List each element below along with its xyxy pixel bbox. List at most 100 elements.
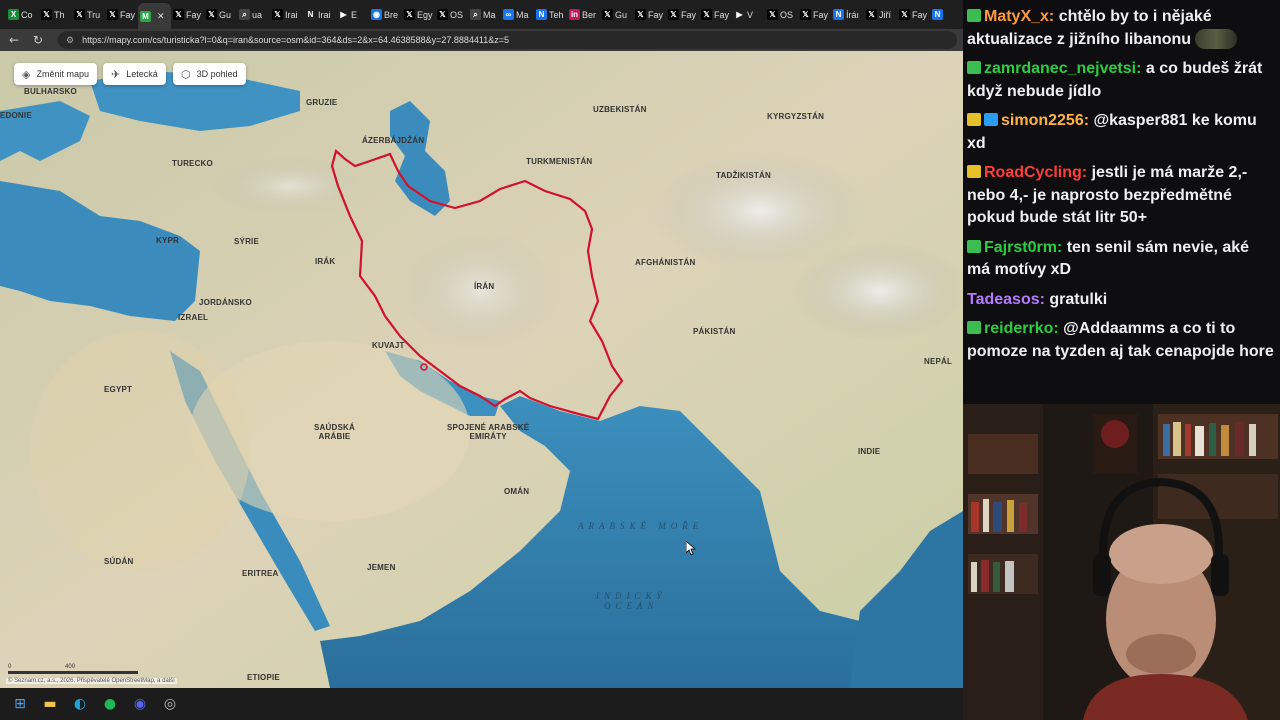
x-icon: 𝕏 bbox=[173, 9, 184, 20]
video-icon: ▶ bbox=[338, 9, 349, 20]
map-canvas[interactable]: ◈ Změnit mapu ✈ Letecká ⬡ 3D pohled BULHARS… bbox=[0, 51, 963, 688]
tab-label: OS bbox=[780, 9, 794, 20]
tab-15[interactable]: ∞ Ma bbox=[501, 4, 534, 26]
chat-panel: MatyX_x: chtělo by to i nějaké aktualiza… bbox=[963, 0, 1280, 404]
tab-18[interactable]: 𝕏 Gu bbox=[600, 4, 633, 26]
cube-badge-icon bbox=[984, 113, 998, 126]
tab-label: Egy bbox=[417, 9, 433, 20]
change-map-button[interactable]: ◈ Změnit mapu bbox=[14, 63, 97, 85]
tab-3[interactable]: 𝕏 Fay bbox=[105, 4, 138, 26]
tab-label: OS bbox=[450, 9, 464, 20]
label-indie: INDIE bbox=[858, 447, 881, 456]
x-icon: 𝕏 bbox=[41, 9, 52, 20]
chat-username[interactable]: zamrdanec_nejvetsi bbox=[984, 60, 1136, 77]
tab-14[interactable]: ⌕ Ma bbox=[468, 4, 501, 26]
tab-label: Fay bbox=[681, 9, 697, 20]
address-bar[interactable]: ⚙ https://mapy.com/cs/turisticka?l=0&q=i… bbox=[58, 31, 957, 49]
x-icon: 𝕏 bbox=[602, 9, 613, 20]
label-tadzikistan: TADŽIKISTÁN bbox=[716, 171, 771, 180]
tab-label: Gu bbox=[219, 9, 232, 20]
sub-badge-icon bbox=[967, 165, 981, 178]
chat-username[interactable]: Fajrst0rm bbox=[984, 239, 1057, 256]
x-icon: 𝕏 bbox=[767, 9, 778, 20]
edge-icon[interactable]: ◐ bbox=[70, 694, 90, 714]
tab-8[interactable]: 𝕏 Irai bbox=[270, 4, 303, 26]
tab-label: Íráı bbox=[846, 9, 860, 20]
tab-16[interactable]: N Teh bbox=[534, 4, 567, 26]
cube-icon: ⬡ bbox=[181, 68, 191, 81]
url-text: https://mapy.com/cs/turisticka?l=0&q=ira… bbox=[82, 35, 510, 45]
tab-4[interactable]: M ✕ bbox=[138, 3, 171, 29]
label-bulharsko: BULHARSKO bbox=[24, 87, 77, 96]
tab-label: Ber bbox=[582, 9, 597, 20]
label-spojene-emiraty: SPOJENÉ ARABSKÉ EMIRÁTY bbox=[447, 423, 530, 441]
label-oman: OMÁN bbox=[504, 487, 530, 496]
chat-message: MatyX_x: chtělo by to i nějaké aktualiza… bbox=[967, 6, 1274, 51]
spotify-icon[interactable]: ● bbox=[100, 694, 120, 714]
tab-28[interactable]: N bbox=[930, 4, 963, 26]
tab-10[interactable]: ▶ E bbox=[336, 4, 369, 26]
label-egypt: EGYPT bbox=[104, 385, 133, 394]
chat-username[interactable]: reiderrko bbox=[984, 320, 1053, 337]
chat-username[interactable]: RoadCycling bbox=[984, 164, 1082, 181]
chat-username[interactable]: simon2256 bbox=[1001, 112, 1084, 129]
label-azerbajdzan: ÁZERBÁJDŽÁN bbox=[362, 136, 425, 145]
tab-1[interactable]: 𝕏 Th bbox=[39, 4, 72, 26]
tab-7[interactable]: ⌕ ua bbox=[237, 4, 270, 26]
back-button[interactable]: ← bbox=[4, 30, 24, 50]
tab-label: Co bbox=[21, 9, 33, 20]
tab-20[interactable]: 𝕏 Fay bbox=[666, 4, 699, 26]
tab-13[interactable]: 𝕏 OS bbox=[435, 4, 468, 26]
tab-21[interactable]: 𝕏 Fay bbox=[699, 4, 732, 26]
tab-22[interactable]: ▶ V bbox=[732, 4, 765, 26]
tab-2[interactable]: 𝕏 Tru bbox=[72, 4, 105, 26]
chat-username[interactable]: MatyX_x bbox=[984, 8, 1049, 25]
label-gruzie: GRUZIE bbox=[306, 98, 338, 107]
meta-icon: ∞ bbox=[503, 9, 514, 20]
x-icon: 𝕏 bbox=[800, 9, 811, 20]
tab-label: Fay bbox=[186, 9, 202, 20]
tab-25[interactable]: N Íráı bbox=[831, 4, 864, 26]
label-indicky-ocean: INDICKÝ OCEÁN bbox=[596, 591, 667, 611]
tab-24[interactable]: 𝕏 Fay bbox=[798, 4, 831, 26]
3d-view-button[interactable]: ⬡ 3D pohled bbox=[173, 63, 246, 85]
tab-0[interactable]: X Co bbox=[6, 4, 39, 26]
taskbar: ⊞ ▬ ◐ ● ◉ ◎ bbox=[0, 688, 963, 720]
emote-icon bbox=[1195, 28, 1238, 49]
layers-icon: ◈ bbox=[22, 68, 31, 81]
discord-icon[interactable]: ◉ bbox=[130, 694, 150, 714]
label-izrael: IZRAEL bbox=[178, 313, 209, 322]
obs-icon[interactable]: ◎ bbox=[160, 694, 180, 714]
green-x-icon: X bbox=[8, 9, 19, 20]
tab-label: Ma bbox=[516, 9, 529, 20]
tab-23[interactable]: 𝕏 OS bbox=[765, 4, 798, 26]
tab-9[interactable]: N Irai bbox=[303, 4, 336, 26]
folder-icon[interactable]: ▬ bbox=[40, 694, 60, 714]
webcam-feed bbox=[963, 404, 1280, 720]
tab-label: Ma bbox=[483, 9, 496, 20]
label-etiopie: ETIOPIE bbox=[247, 673, 280, 682]
sub-badge-icon bbox=[967, 61, 981, 74]
tab-11[interactable]: ◉ Bre bbox=[369, 4, 402, 26]
tab-bar: X Co 𝕏 Th 𝕏 Tru 𝕏 Fay M ✕ 𝕏 Fay 𝕏 Gu ⌕ ua 𝕏 Irai N Irai ▶ E ◉ B… bbox=[0, 0, 963, 29]
globe-icon: ◉ bbox=[371, 9, 382, 20]
tab-27[interactable]: 𝕏 Fay bbox=[897, 4, 930, 26]
windows-icon[interactable]: ⊞ bbox=[10, 694, 30, 714]
x-icon: 𝕏 bbox=[668, 9, 679, 20]
tab-label: Tru bbox=[87, 9, 101, 20]
tab-label: Fay bbox=[813, 9, 829, 20]
x-icon: 𝕏 bbox=[635, 9, 646, 20]
tab-6[interactable]: 𝕏 Gu bbox=[204, 4, 237, 26]
x-icon: 𝕏 bbox=[404, 9, 415, 20]
reload-button[interactable]: ↻ bbox=[28, 30, 48, 50]
tab-26[interactable]: 𝕏 Jiří bbox=[864, 4, 897, 26]
aerial-button[interactable]: ✈ Letecká bbox=[103, 63, 166, 85]
tab-12[interactable]: 𝕏 Egy bbox=[402, 4, 435, 26]
tab-17[interactable]: in Ber bbox=[567, 4, 600, 26]
chat-username[interactable]: Tadeasos bbox=[967, 291, 1040, 308]
site-info-icon[interactable]: ⚙ bbox=[66, 35, 74, 46]
tab-5[interactable]: 𝕏 Fay bbox=[171, 4, 204, 26]
tab-19[interactable]: 𝕏 Fay bbox=[633, 4, 666, 26]
browser-window: X Co 𝕏 Th 𝕏 Tru 𝕏 Fay M ✕ 𝕏 Fay 𝕏 Gu ⌕ ua 𝕏 Irai N Irai ▶ E ◉ B… bbox=[0, 0, 963, 688]
close-tab-icon[interactable]: ✕ bbox=[157, 11, 165, 22]
